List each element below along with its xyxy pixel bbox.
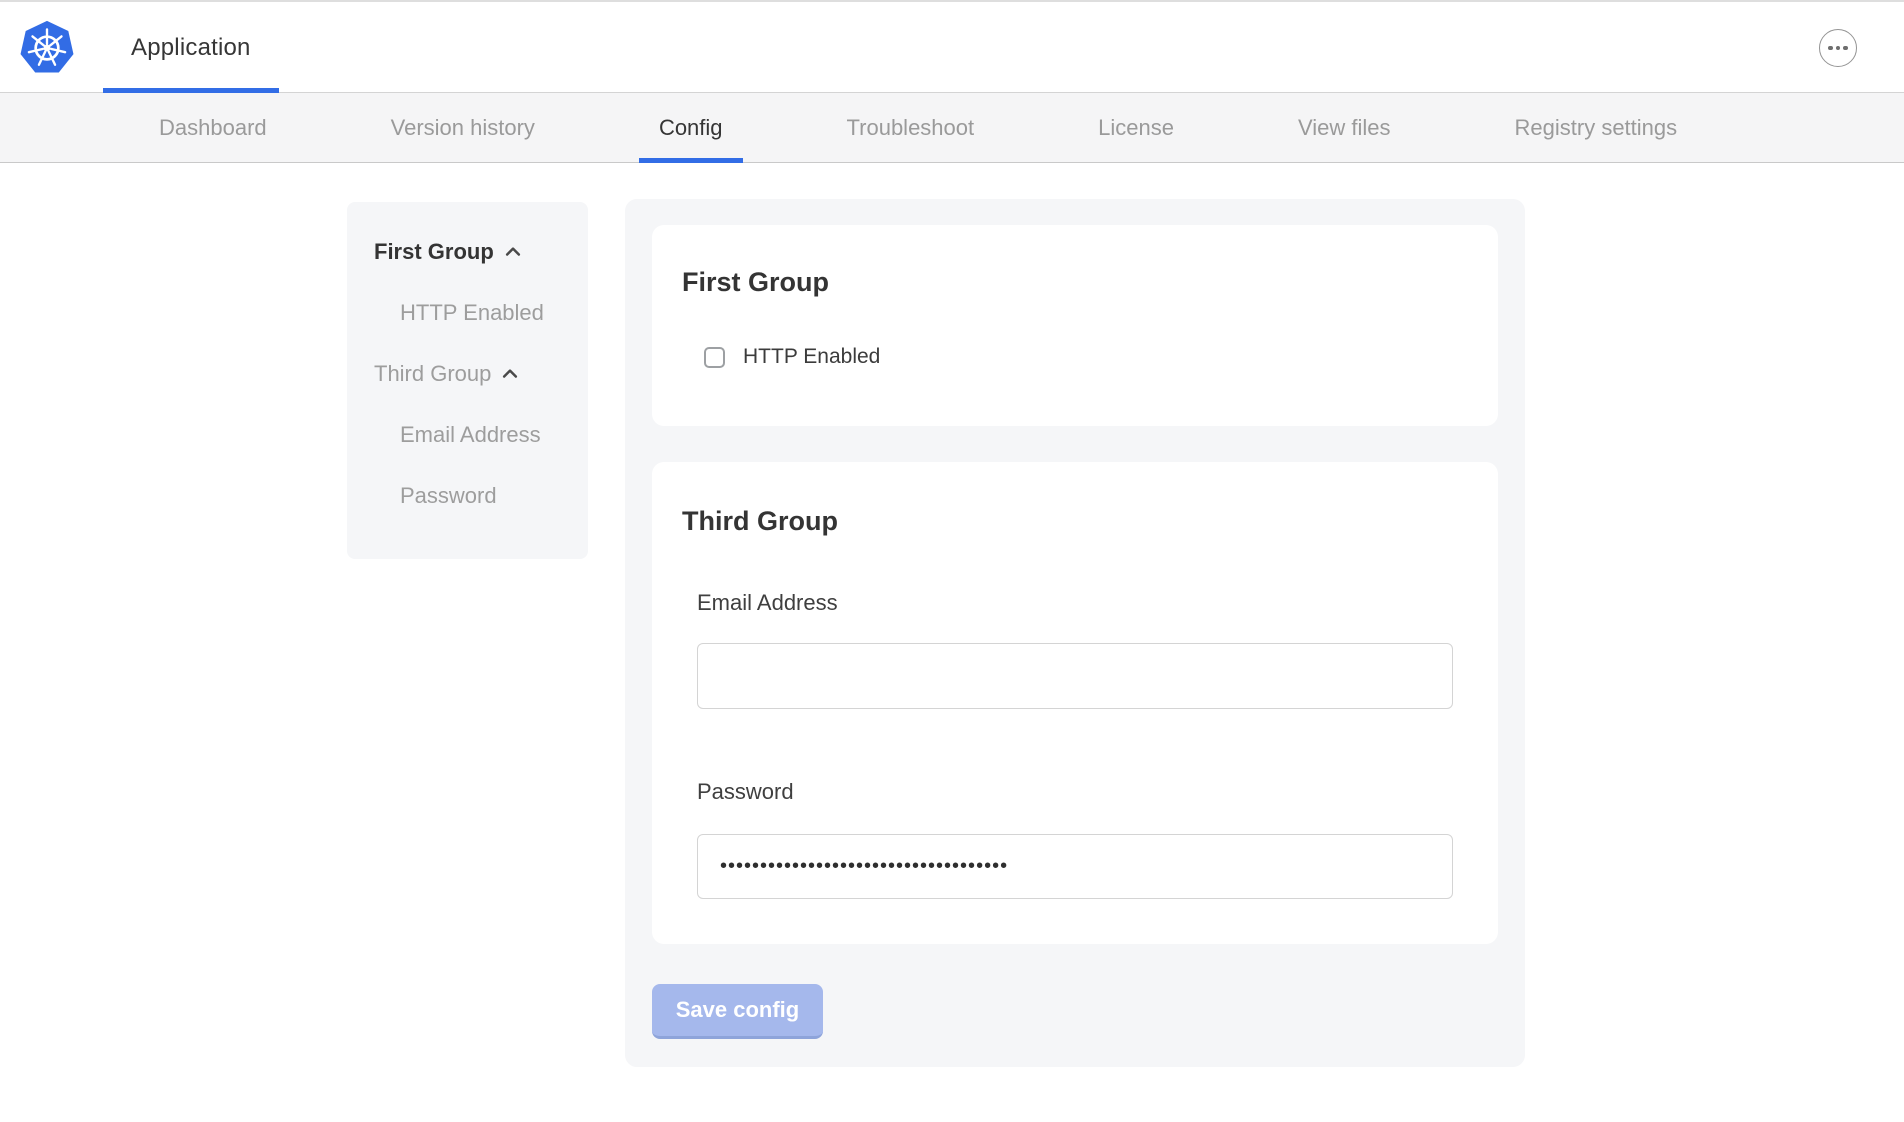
save-config-button[interactable]: Save config	[652, 984, 823, 1039]
tab-dashboard[interactable]: Dashboard	[139, 93, 287, 162]
ellipsis-icon	[1828, 46, 1833, 51]
http-enabled-label[interactable]: HTTP Enabled	[743, 345, 880, 369]
password-input[interactable]	[697, 834, 1453, 899]
app-logo	[18, 4, 76, 92]
tab-application[interactable]: Application	[103, 4, 279, 92]
sidebar-item-label: First Group	[374, 239, 494, 265]
email-address-field: Email Address	[682, 590, 1468, 709]
tab-application-label: Application	[131, 34, 251, 62]
app-subnav: Dashboard Version history Config Trouble…	[0, 93, 1904, 163]
group-title: Third Group	[682, 504, 1468, 538]
sidebar-item-third-group[interactable]: Third Group	[347, 343, 588, 404]
tab-config[interactable]: Config	[639, 93, 743, 162]
sidebar-item-password[interactable]: Password	[347, 465, 588, 526]
http-enabled-field: HTTP Enabled	[682, 345, 1468, 369]
chevron-up-icon	[500, 364, 520, 384]
header-spacer	[279, 4, 1819, 92]
tab-registry-settings[interactable]: Registry settings	[1495, 93, 1698, 162]
sidebar-item-label: HTTP Enabled	[400, 300, 544, 326]
sidebar-item-label: Password	[400, 483, 497, 509]
tab-license[interactable]: License	[1078, 93, 1194, 162]
config-group-sidebar: First Group HTTP Enabled Third Group Ema…	[347, 202, 588, 559]
application-config-page: Application Dashboard Version history Co…	[0, 0, 1904, 1122]
tab-troubleshoot[interactable]: Troubleshoot	[827, 93, 995, 162]
sidebar-item-label: Third Group	[374, 361, 491, 387]
sidebar-item-email-address[interactable]: Email Address	[347, 404, 588, 465]
sidebar-item-first-group[interactable]: First Group	[347, 221, 588, 282]
group-title: First Group	[682, 265, 1468, 299]
password-field: Password	[682, 779, 1468, 899]
http-enabled-checkbox[interactable]	[704, 347, 725, 368]
sidebar-item-http-enabled[interactable]: HTTP Enabled	[347, 282, 588, 343]
password-label: Password	[697, 779, 1468, 805]
ellipsis-menu-button[interactable]	[1819, 29, 1857, 67]
email-address-label: Email Address	[697, 590, 1468, 616]
chevron-up-icon	[503, 242, 523, 262]
kubernetes-logo-icon	[18, 19, 76, 77]
config-content-panel: First Group HTTP Enabled Third Group Ema…	[625, 199, 1525, 1067]
tab-version-history[interactable]: Version history	[371, 93, 555, 162]
top-header: Application	[0, 4, 1904, 93]
tab-view-files[interactable]: View files	[1278, 93, 1411, 162]
config-group-card-first: First Group HTTP Enabled	[652, 225, 1498, 426]
email-address-input[interactable]	[697, 643, 1453, 709]
sidebar-item-label: Email Address	[400, 422, 541, 448]
config-group-card-third: Third Group Email Address Password	[652, 462, 1498, 944]
